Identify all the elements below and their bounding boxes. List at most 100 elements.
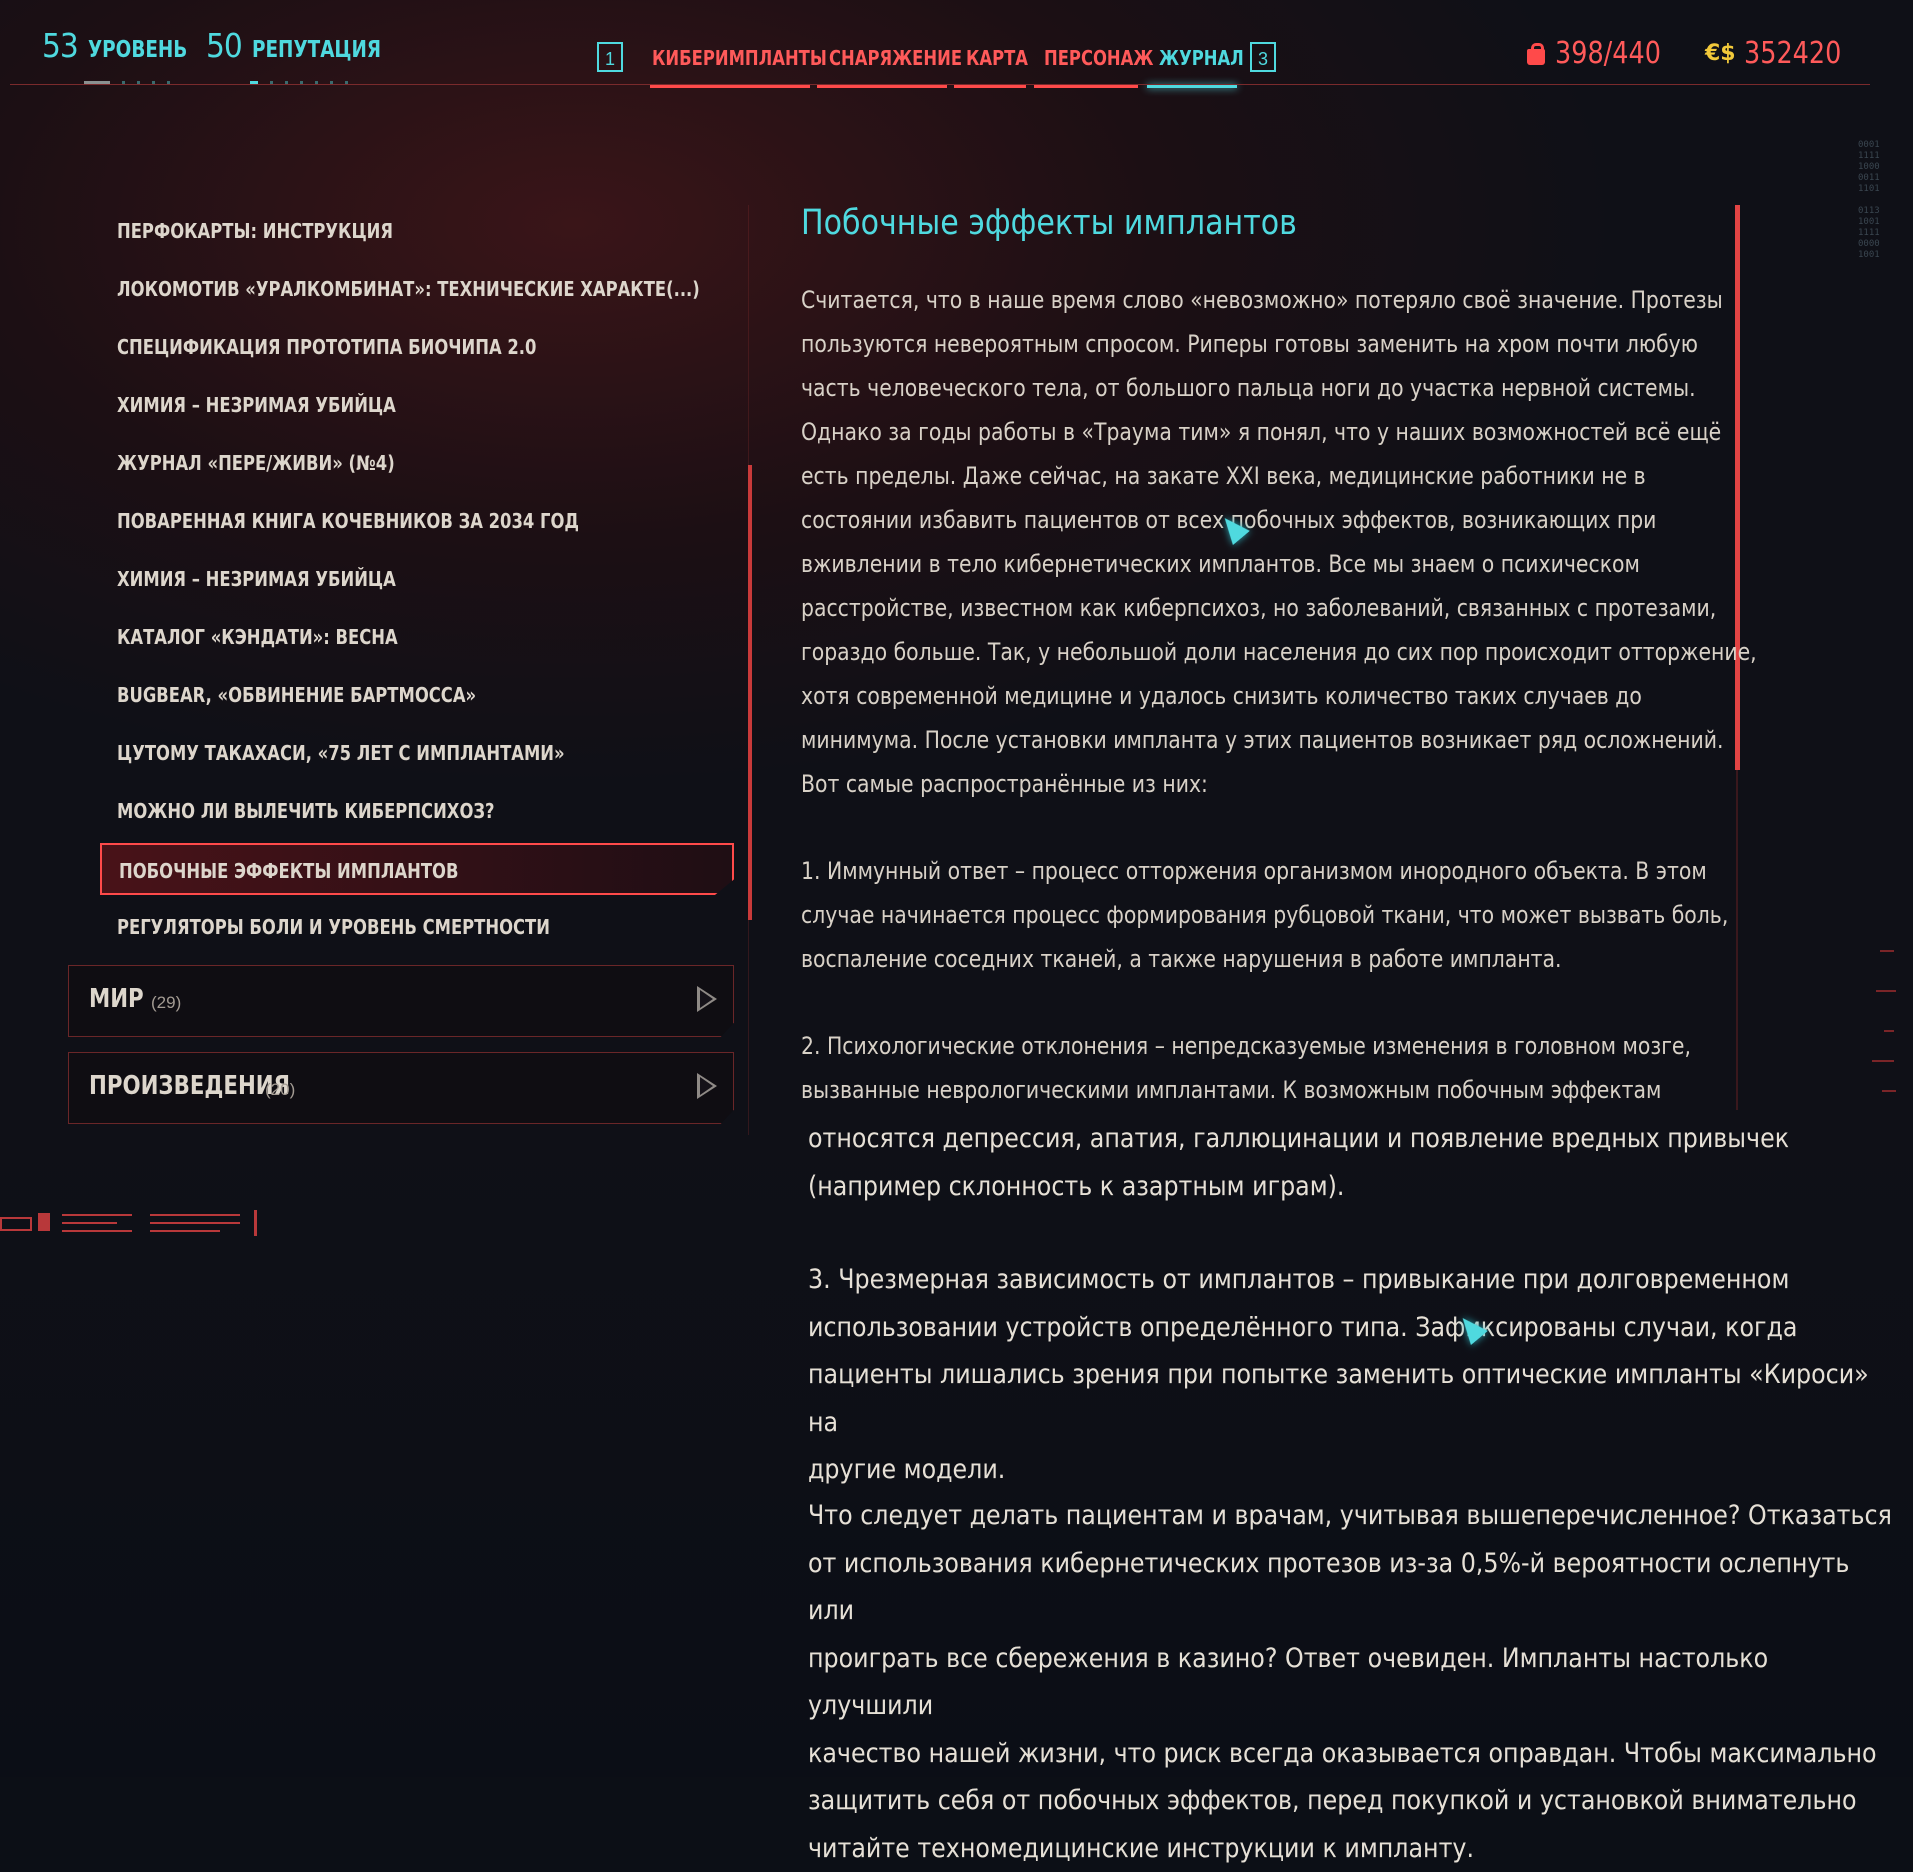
tab-character-underline — [1034, 85, 1138, 88]
text-line: 1. Иммунный ответ – процесс отторжения о… — [801, 849, 1762, 893]
text-line: качество нашей жизни, что риск всегда ок… — [808, 1730, 1899, 1778]
text-line: состоянии избавить пациентов от всех поб… — [801, 498, 1762, 542]
list-item-label: ПОВАРЕННАЯ КНИГА КОЧЕВНИКОВ ЗА 2034 ГОД — [117, 495, 579, 547]
text-line: проиграть все сбережения в казино? Ответ… — [808, 1635, 1899, 1730]
eurodollar-icon: €$ — [1705, 41, 1736, 66]
carry-weight: 398/440 — [1525, 36, 1680, 71]
list-item[interactable]: ПЕРФОКАРТЫ: ИНСТРУКЦИЯ — [100, 205, 734, 257]
text-line: расстройстве, известном как киберпсихоз,… — [801, 586, 1762, 630]
article-paragraph: Что следует делать пациентам и врачам, у… — [808, 1492, 1908, 1872]
article-title: Побочные эффекты имплантов — [801, 203, 1297, 243]
list-item[interactable]: ЖУРНАЛ «ПЕРЕ/ЖИВИ» (№4) — [100, 437, 734, 489]
category-works[interactable]: ПРОИЗВЕДЕНИЯ (20) — [68, 1052, 734, 1124]
text-line: Что следует делать пациентам и врачам, у… — [808, 1492, 1899, 1540]
list-item-label: МОЖНО ЛИ ВЫЛЕЧИТЬ КИБЕРПСИХОЗ? — [117, 785, 495, 837]
text-line: часть человеческого тела, от большого па… — [801, 366, 1762, 410]
text-line: воспаление соседних тканей, а также нару… — [801, 937, 1762, 981]
text-line: пользуются невероятным спросом. Риперы г… — [801, 322, 1762, 366]
article-paragraph: Считается, что в наше время слово «невоз… — [801, 278, 1761, 806]
list-item-label: ЛОКОМОТИВ «УРАЛКОМБИНАТ»: ТЕХНИЧЕСКИЕ ХА… — [117, 263, 700, 315]
list-item-label: BUGBEAR, «ОБВИНЕНИЕ БАРТМОССА» — [117, 669, 476, 721]
article-paragraph-continued: относятся депрессия, апатия, галлюцинаци… — [808, 1115, 1908, 1210]
level-value: 53 — [42, 26, 78, 65]
list-item[interactable]: ПОВАРЕННАЯ КНИГА КОЧЕВНИКОВ ЗА 2034 ГОД — [100, 495, 734, 547]
level-progress — [84, 71, 182, 74]
money-value: 352420 — [1744, 36, 1841, 71]
mouse-cursor-icon — [1460, 1315, 1488, 1345]
tab-character[interactable]: ПЕРСОНАЖ — [1044, 46, 1153, 70]
text-line: пациенты лишались зрения при попытке зам… — [808, 1351, 1899, 1446]
text-line: случае начинается процесс формирования р… — [801, 893, 1762, 937]
text-line: читайте техномедицинские инструкции к им… — [808, 1825, 1899, 1872]
text-line: 3. Чрезмерная зависимость от имплантов –… — [808, 1256, 1899, 1304]
text-line: защитить себя от побочных эффектов, пере… — [808, 1777, 1899, 1825]
list-scrollbar[interactable] — [748, 465, 752, 920]
text-line: от использования кибернетических протезо… — [808, 1540, 1899, 1635]
reputation-label: РЕПУТАЦИЯ — [252, 37, 381, 63]
next-tab-key-hint[interactable]: 3 — [1250, 42, 1276, 72]
article-paragraph: 3. Чрезмерная зависимость от имплантов –… — [808, 1256, 1908, 1494]
text-line: минимума. После установки импланта у эти… — [801, 718, 1762, 762]
tab-gear[interactable]: СНАРЯЖЕНИЕ — [829, 46, 962, 70]
text-line: вызванные неврологическими имплантами. К… — [801, 1068, 1762, 1112]
list-item-label: ХИМИЯ – НЕЗРИМАЯ УБИЙЦА — [117, 553, 396, 605]
text-line: Считается, что в наше время слово «невоз… — [801, 278, 1762, 322]
category-name: ПРОИЗВЕДЕНИЯ — [89, 1071, 290, 1101]
tab-gear-underline — [817, 85, 947, 88]
list-item[interactable]: ЦУТОМУ ТАКАХАСИ, «75 ЛЕТ С ИМПЛАНТАМИ» — [100, 727, 734, 779]
text-line: (например склонность к азартным играм). — [808, 1163, 1899, 1211]
tab-cyberware-underline — [650, 85, 810, 88]
text-line: хотя современной медицине и удалось сниз… — [801, 674, 1762, 718]
expand-arrow-icon — [697, 1073, 717, 1099]
list-item-label: ХИМИЯ – НЕЗРИМАЯ УБИЙЦА — [117, 379, 396, 431]
prev-tab-key-hint[interactable]: 1 — [597, 42, 623, 72]
money: €$ 352420 — [1705, 36, 1858, 71]
list-item[interactable]: СПЕЦИФИКАЦИЯ ПРОТОТИПА БИОЧИПА 2.0 — [100, 321, 734, 373]
text-line: относятся депрессия, апатия, галлюцинаци… — [808, 1115, 1899, 1163]
text-line: гораздо больше. Так, у небольшой доли на… — [801, 630, 1762, 674]
text-line: другие модели. — [808, 1446, 1899, 1494]
tab-journal-underline — [1147, 85, 1237, 88]
carry-weight-value: 398/440 — [1555, 36, 1661, 71]
category-world[interactable]: МИР (29) — [68, 965, 734, 1037]
tab-map[interactable]: КАРТА — [966, 46, 1028, 70]
list-item-label: СПЕЦИФИКАЦИЯ ПРОТОТИПА БИОЧИПА 2.0 — [117, 321, 536, 373]
backpack-icon — [1525, 43, 1545, 65]
category-count: (29) — [151, 993, 181, 1013]
list-item[interactable]: МОЖНО ЛИ ВЫЛЕЧИТЬ КИБЕРПСИХОЗ? — [100, 785, 734, 837]
mouse-cursor-icon — [1222, 515, 1250, 545]
list-item[interactable]: ЛОКОМОТИВ «УРАЛКОМБИНАТ»: ТЕХНИЧЕСКИЕ ХА… — [100, 263, 734, 315]
list-item-label: ЖУРНАЛ «ПЕРЕ/ЖИВИ» (№4) — [117, 437, 395, 489]
text-line: есть пределы. Даже сейчас, на закате XXI… — [801, 454, 1762, 498]
header-divider — [10, 84, 1870, 85]
reputation-indicator: 50 РЕПУТАЦИЯ — [206, 26, 413, 65]
side-decoration — [1870, 950, 1910, 1110]
text-line: Вот самые распространённые из них: — [801, 762, 1762, 806]
list-item[interactable]: ХИМИЯ – НЕЗРИМАЯ УБИЙЦА — [100, 553, 734, 605]
category-count: (20) — [265, 1080, 295, 1100]
hud-decoration — [0, 1208, 260, 1238]
text-line: 2. Психологические отклонения – непредск… — [801, 1024, 1762, 1068]
level-label: УРОВЕНЬ — [88, 37, 187, 63]
list-item-label: ЦУТОМУ ТАКАХАСИ, «75 ЛЕТ С ИМПЛАНТАМИ» — [117, 727, 565, 779]
level-indicator: 53 УРОВЕНЬ — [42, 26, 212, 65]
text-line: вживлении в тело кибернетических имплант… — [801, 542, 1762, 586]
article-paragraph: 1. Иммунный ответ – процесс отторжения о… — [801, 849, 1761, 981]
tab-journal[interactable]: ЖУРНАЛ — [1159, 46, 1244, 70]
list-item[interactable]: BUGBEAR, «ОБВИНЕНИЕ БАРТМОССА» — [100, 669, 734, 721]
list-item[interactable]: КАТАЛОГ «КЭНДАТИ»: ВЕСНА — [100, 611, 734, 663]
list-item-label: РЕГУЛЯТОРЫ БОЛИ И УРОВЕНЬ СМЕРТНОСТИ — [117, 901, 550, 953]
list-item-label: ПЕРФОКАРТЫ: ИНСТРУКЦИЯ — [117, 205, 393, 257]
text-line: использовании устройств определённого ти… — [808, 1304, 1899, 1352]
list-item[interactable]: РЕГУЛЯТОРЫ БОЛИ И УРОВЕНЬ СМЕРТНОСТИ — [100, 901, 734, 953]
article-paragraph: 2. Психологические отклонения – непредск… — [801, 1024, 1761, 1112]
category-name: МИР — [89, 984, 144, 1014]
tab-cyberware[interactable]: КИБЕРИМПЛАНТЫ — [652, 46, 827, 70]
expand-arrow-icon — [697, 986, 717, 1012]
text-line: Однако за годы работы в «Траума тим» я п… — [801, 410, 1762, 454]
tab-map-underline — [954, 85, 1026, 88]
list-item-label: ПОБОЧНЫЕ ЭФФЕКТЫ ИМПЛАНТОВ — [119, 845, 458, 897]
reputation-progress — [250, 71, 360, 74]
list-item-selected[interactable]: ПОБОЧНЫЕ ЭФФЕКТЫ ИМПЛАНТОВ — [100, 843, 734, 895]
list-item[interactable]: ХИМИЯ – НЕЗРИМАЯ УБИЙЦА — [100, 379, 734, 431]
